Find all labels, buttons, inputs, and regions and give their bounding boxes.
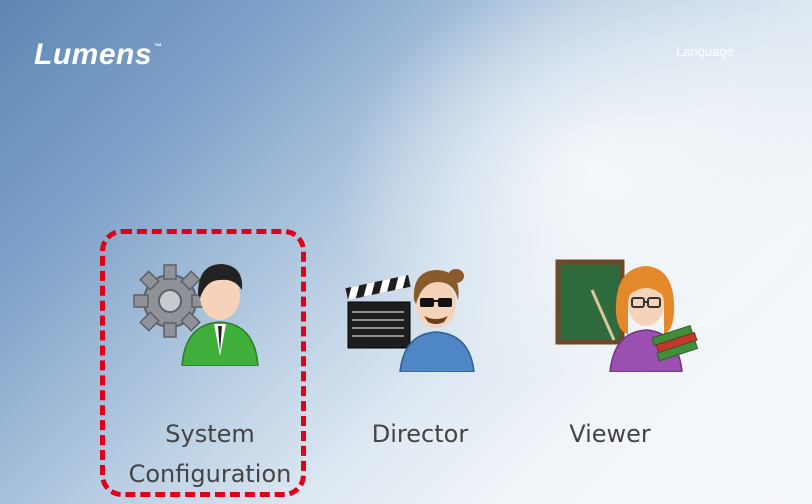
director-clapperboard-icon [345, 269, 475, 372]
admin-gear-icon [133, 264, 259, 366]
language-link[interactable]: Language [676, 44, 734, 59]
system-configuration-button[interactable]: System Configuration [120, 240, 300, 496]
director-label: Director [371, 420, 469, 448]
viewer-teacher-icon [555, 259, 699, 372]
viewer-label: Viewer [569, 420, 651, 448]
viewer-button[interactable]: Viewer [550, 240, 710, 460]
lumens-logo: Lumens ™ [34, 38, 163, 72]
director-button[interactable]: Director [340, 240, 500, 460]
logo-trademark: ™ [154, 42, 163, 51]
system-label-line1: System [165, 420, 255, 448]
login-role-screen: Lumens ™ Language System Configuration D… [0, 0, 812, 504]
system-label-line2: Configuration [128, 460, 292, 488]
logo-text: Lumens [34, 38, 153, 71]
